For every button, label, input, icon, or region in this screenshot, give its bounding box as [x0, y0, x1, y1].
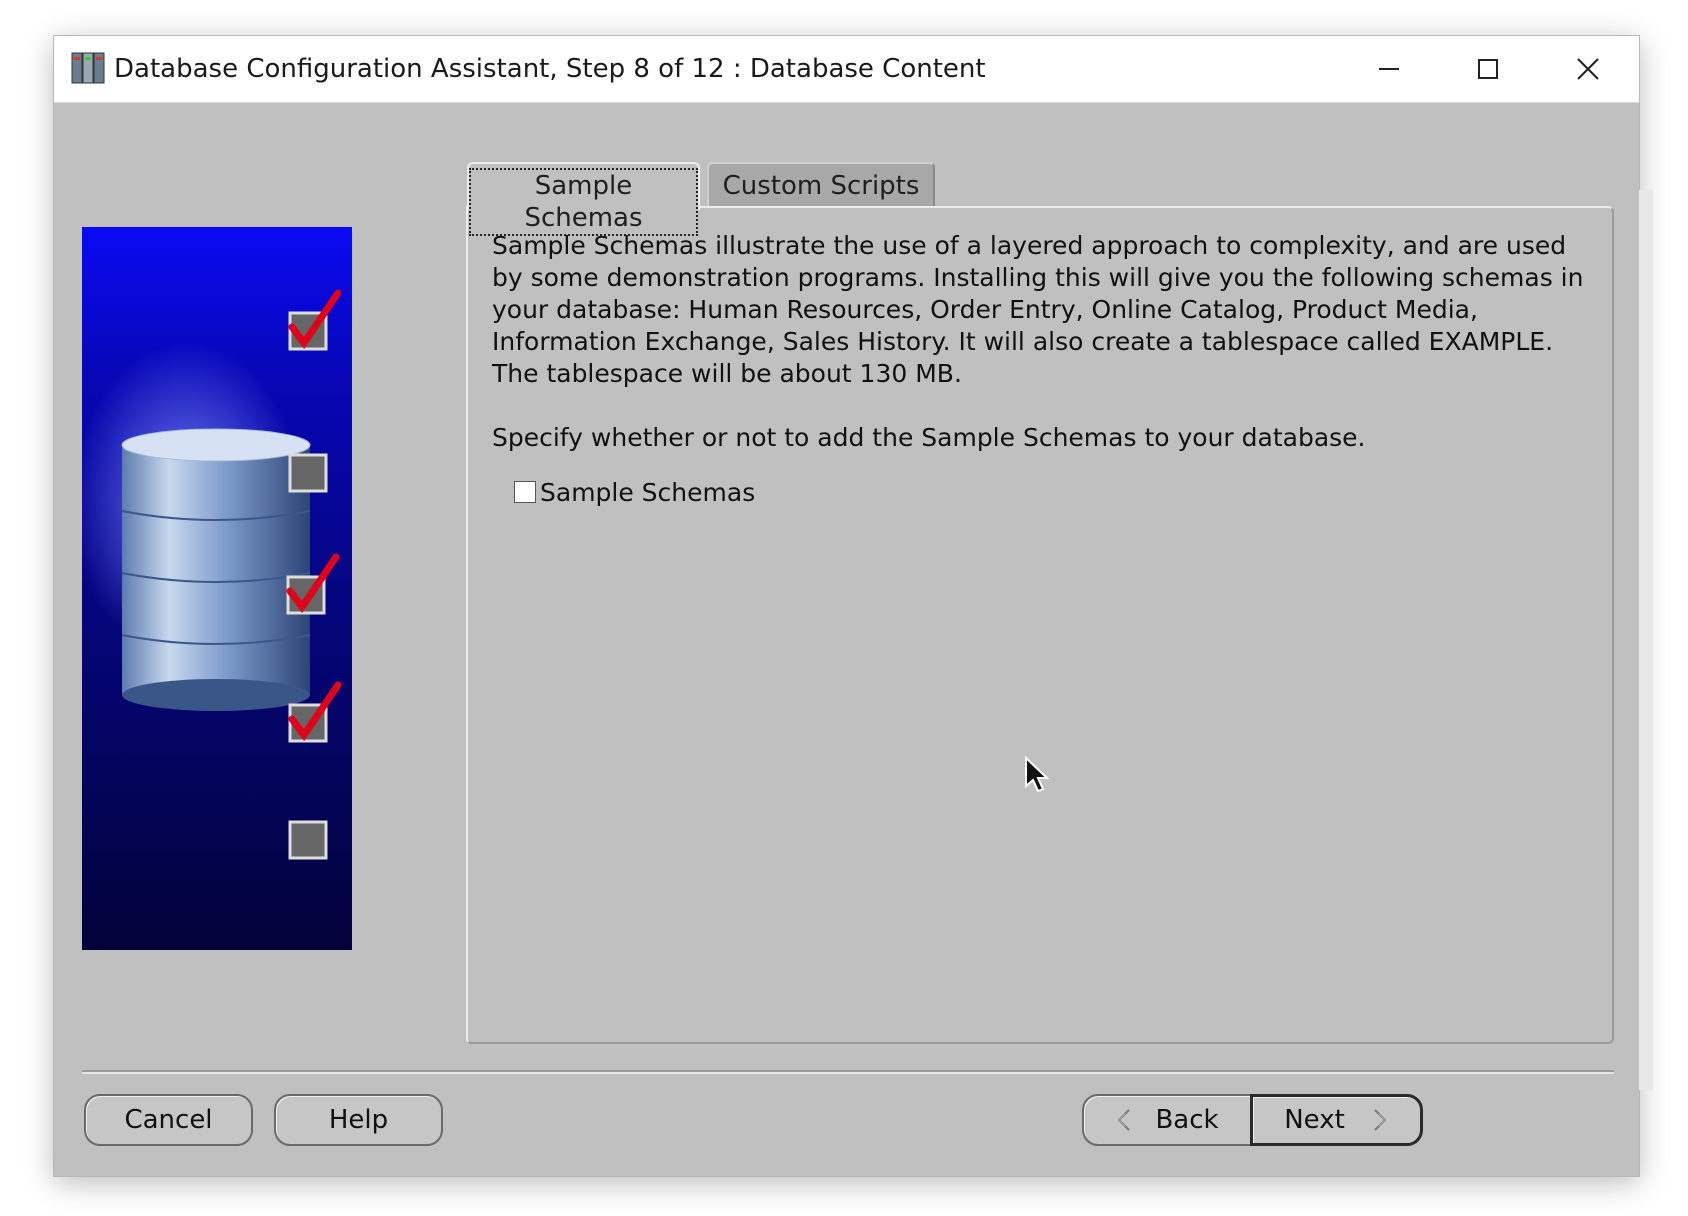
- footer-separator: [82, 1070, 1614, 1074]
- sample-schemas-checkbox-label[interactable]: Sample Schemas: [540, 478, 755, 507]
- specify-instruction: Specify whether or not to add the Sample…: [492, 423, 1366, 452]
- dbca-window: Database Configuration Assistant, Step 8…: [54, 36, 1639, 1176]
- close-button[interactable]: [1558, 44, 1618, 94]
- tab-sample-schemas-label: Sample Schemas: [469, 168, 698, 236]
- sample-schemas-panel: Sample Schemas illustrate the use of a l…: [466, 206, 1614, 1044]
- description-line: Information Exchange, Sales History. It …: [492, 327, 1554, 356]
- description-line: The tablespace will be about 130 MB.: [492, 359, 962, 388]
- description-line: your database: Human Resources, Order En…: [492, 295, 1478, 324]
- back-button[interactable]: Back: [1082, 1094, 1252, 1146]
- title-bar: Database Configuration Assistant, Step 8…: [54, 36, 1639, 103]
- maximize-button[interactable]: [1458, 44, 1518, 94]
- minimize-button[interactable]: [1359, 44, 1419, 94]
- next-button-label: Next: [1284, 1105, 1345, 1135]
- tab-sample-schemas[interactable]: Sample Schemas: [467, 162, 700, 236]
- close-icon: [1577, 58, 1599, 80]
- sample-schemas-description: Sample Schemas illustrate the use of a l…: [492, 230, 1592, 390]
- database-illustration: [72, 289, 342, 860]
- cancel-button[interactable]: Cancel: [84, 1094, 253, 1146]
- next-button[interactable]: Next: [1250, 1094, 1423, 1146]
- sample-schemas-checkbox-row[interactable]: Sample Schemas: [514, 476, 755, 508]
- window-title: Database Configuration Assistant, Step 8…: [114, 54, 986, 84]
- tab-custom-scripts-label: Custom Scripts: [722, 171, 920, 201]
- step-1-checked-icon: [288, 289, 342, 351]
- mouse-cursor-icon: [1025, 756, 1050, 793]
- chevron-left-icon: [1118, 1109, 1131, 1131]
- wizard-side-image: [72, 227, 352, 950]
- step-5-unchecked-icon: [288, 820, 328, 860]
- maximize-icon: [1478, 59, 1498, 79]
- chevron-right-icon: [1374, 1109, 1387, 1131]
- tab-custom-scripts[interactable]: Custom Scripts: [707, 162, 935, 206]
- sample-schemas-checkbox[interactable]: [514, 481, 536, 503]
- description-line: by some demonstration programs. Installi…: [492, 263, 1584, 292]
- minimize-icon: [1379, 68, 1399, 70]
- step-2-unchecked-icon: [288, 453, 328, 493]
- help-button[interactable]: Help: [274, 1094, 443, 1146]
- back-button-label: Back: [1155, 1105, 1219, 1135]
- help-button-label: Help: [328, 1105, 389, 1135]
- database-app-icon: [71, 52, 105, 84]
- background-window-edge: [1639, 190, 1653, 1090]
- cancel-button-label: Cancel: [124, 1105, 213, 1135]
